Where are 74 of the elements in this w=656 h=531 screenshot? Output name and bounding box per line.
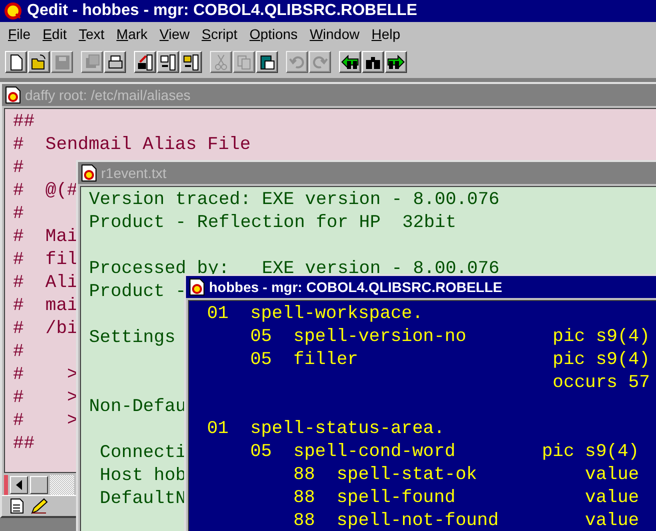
- text-line: # mai: [13, 295, 78, 318]
- toolbar-button[interactable]: [134, 51, 156, 73]
- computer-transfer-icon: [159, 53, 177, 71]
- scroll-left-button[interactable]: [10, 476, 28, 494]
- scissors-icon: [212, 53, 230, 71]
- toolbar-button[interactable]: [5, 51, 27, 73]
- toolbar-button[interactable]: [157, 51, 179, 73]
- find-previous-icon: [341, 53, 359, 71]
- app-title: Qedit - hobbes - mgr: COBOL4.QLIBSRC.ROBELLE: [27, 2, 418, 20]
- text-line: #: [13, 157, 24, 180]
- text-line: Host hob: [98, 465, 186, 488]
- app-logo-icon: [4, 2, 22, 20]
- pencil-icon: [30, 498, 48, 514]
- text-line: # Sendmail Alias File: [13, 134, 251, 157]
- document-icon: [5, 86, 21, 104]
- menu-item[interactable]: File: [2, 24, 37, 44]
- toolbar-button[interactable]: [104, 51, 126, 73]
- toolbar-button[interactable]: [339, 51, 361, 73]
- window-title: hobbes - mgr: COBOL4.QLIBSRC.ROBELLE: [209, 279, 502, 295]
- toolbar-button[interactable]: [28, 51, 50, 73]
- text-line: Connecti: [98, 442, 186, 465]
- computer-folder-icon: [182, 53, 200, 71]
- menu-item[interactable]: Script: [196, 24, 244, 44]
- document-icon: [81, 164, 97, 182]
- window-title: daffy root: /etc/mail/aliases: [25, 87, 190, 103]
- computer-connect-icon: [136, 53, 154, 71]
- toolbar-button[interactable]: [385, 51, 407, 73]
- pages-icon: [83, 53, 101, 71]
- window-title: r1event.txt: [101, 165, 166, 181]
- text-line: occurs 57: [552, 372, 650, 395]
- text-line: # Mai: [13, 226, 78, 249]
- menu-item[interactable]: Window: [304, 24, 366, 44]
- toolbar-button[interactable]: [256, 51, 278, 73]
- text-line: 05 filler pic s9(4): [249, 349, 650, 372]
- left-arrow-icon: [15, 480, 23, 490]
- text-line: 88 spell-not-found value: [292, 510, 640, 531]
- copy-pages-icon: [235, 53, 253, 71]
- text-line: 01 spell-workspace.: [207, 303, 424, 326]
- text-line: 05 spell-version-no pic s9(4): [249, 326, 650, 349]
- text-line: ##: [13, 111, 35, 134]
- menu-item[interactable]: Edit: [36, 24, 73, 44]
- text-line: ##: [13, 433, 35, 456]
- text-line: # Ali: [13, 272, 78, 295]
- text-line: Product -: [89, 281, 186, 304]
- text-line: 05 spell-cond-word pic s9(4): [249, 441, 640, 464]
- text-line: Settings: [89, 327, 176, 350]
- menu-item[interactable]: View: [154, 24, 196, 44]
- toolbar-button[interactable]: [362, 51, 384, 73]
- text-line: 01 spell-status-area.: [207, 418, 445, 441]
- text-line: Product - Reflection for HP 32bit: [89, 212, 456, 235]
- open-folder-icon: [30, 53, 48, 71]
- text-line: DefaultN: [98, 488, 186, 511]
- clipboard-icon: [258, 53, 276, 71]
- document-icon: [189, 278, 205, 296]
- position-marker: [4, 475, 8, 495]
- text-line: 88 spell-found value: [292, 487, 640, 510]
- text-line: # /bi: [13, 318, 78, 341]
- menu-item[interactable]: Text: [72, 24, 110, 44]
- text-line: # fil: [13, 249, 78, 272]
- menu-item[interactable]: Mark: [110, 24, 154, 44]
- printer-icon: [106, 53, 124, 71]
- text-line: #: [13, 341, 24, 364]
- text-line: # @(#: [13, 180, 78, 203]
- menu-item[interactable]: Options: [243, 24, 304, 44]
- text-line: 88 spell-stat-ok value: [292, 464, 640, 487]
- menu-item[interactable]: Help: [366, 24, 406, 44]
- find-next-icon: [387, 53, 405, 71]
- text-line: Version traced: EXE version - 8.00.076: [89, 189, 500, 212]
- document-icon: [10, 498, 24, 514]
- scroll-track: [50, 475, 74, 495]
- toolbar-button[interactable]: [180, 51, 202, 73]
- scroll-thumb[interactable]: [30, 476, 48, 494]
- text-line: #: [13, 203, 24, 226]
- text-line: Non-Defau: [89, 396, 186, 419]
